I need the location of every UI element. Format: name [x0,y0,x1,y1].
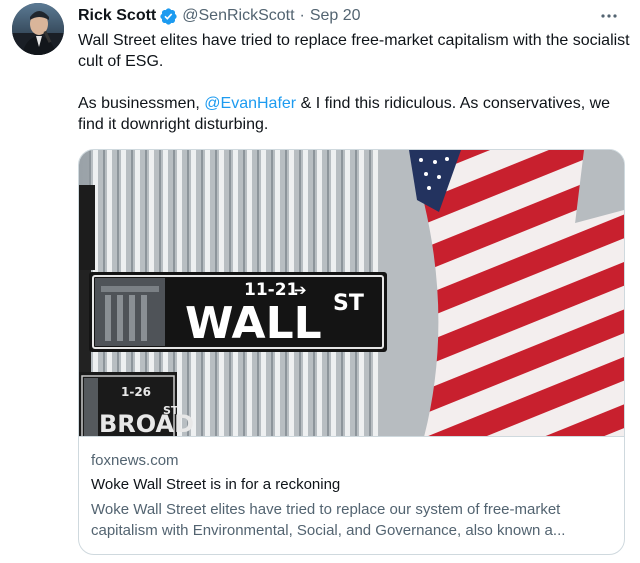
sign-number: 11-21 [244,280,298,300]
separator-dot: · [299,7,305,24]
tweet-paragraph-2: As businessmen, @EvanHafer & I find this… [78,93,630,135]
sign2-number: 1-26 [121,385,151,399]
card-domain: foxnews.com [91,452,179,469]
sign-suffix: ST [333,291,364,316]
tweet-date[interactable]: Sep 20 [310,7,361,25]
tweet-text-prefix: As businessmen, [78,95,205,112]
sign2-suffix: ST [163,404,179,417]
link-preview-card[interactable]: 11-21 ➔ WALL ST 1-26 BROAD ST foxnews.co… [78,149,625,555]
author-name[interactable]: Rick Scott [78,7,156,25]
card-image[interactable]: 11-21 ➔ WALL ST 1-26 BROAD ST [79,150,624,437]
sign-street: WALL [185,298,322,349]
card-meta: foxnews.com Woke Wall Street is in for a… [91,451,611,541]
card-title[interactable]: Woke Wall Street is in for a reckoning [91,475,611,495]
mention-link[interactable]: @EvanHafer [204,95,296,112]
verified-badge-icon [159,7,178,26]
tweet-paragraph-1: Wall Street elites have tried to replace… [78,32,630,70]
card-description: Woke Wall Street elites have tried to re… [91,501,566,539]
avatar-photo [12,3,64,55]
avatar[interactable] [12,3,64,55]
author-handle[interactable]: @SenRickScott [182,7,294,25]
tweet[interactable]: Rick Scott @SenRickScott · Sep 20 Wall S… [0,0,640,563]
wall-street-photo: 11-21 ➔ WALL ST 1-26 BROAD ST [79,150,624,437]
sign2-street: BROAD [99,410,194,437]
more-options-icon[interactable] [598,6,620,26]
tweet-text: Wall Street elites have tried to replace… [78,30,630,135]
sign-arrow: ➔ [294,281,307,299]
tweet-header: Rick Scott @SenRickScott · Sep 20 [78,5,361,27]
